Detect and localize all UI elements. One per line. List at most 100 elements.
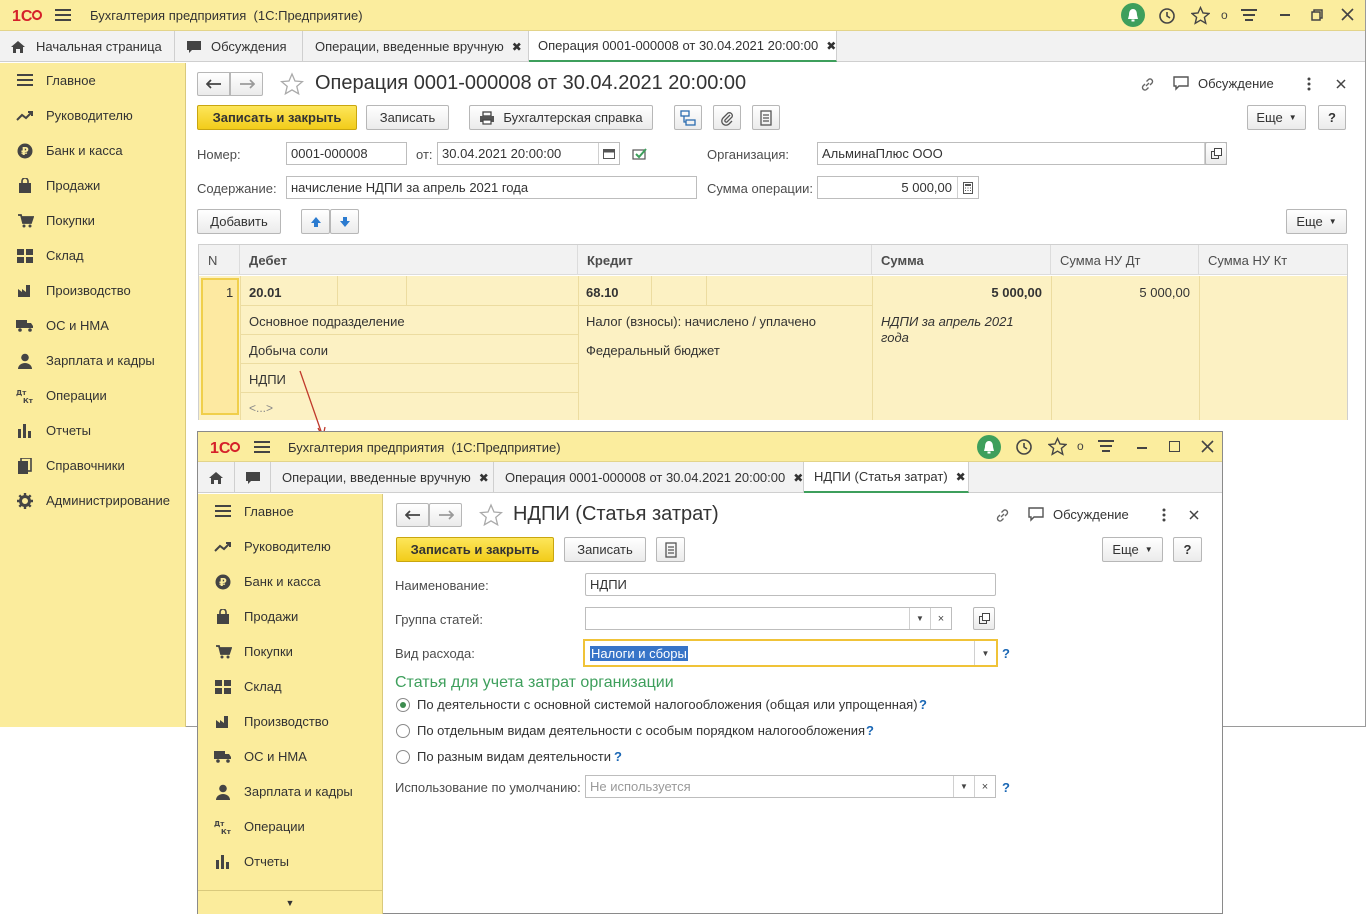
sidebar-item[interactable]: Дт Кт Операции <box>0 378 185 413</box>
group-field[interactable]: ▼ × <box>585 607 952 630</box>
expense-help-icon[interactable]: ? <box>1002 646 1010 661</box>
help-button[interactable]: ? <box>1173 537 1202 562</box>
settings-menu-icon[interactable] <box>1241 9 1257 23</box>
default-usage-field[interactable]: Не используется ▼ × <box>585 775 996 798</box>
sidebar-item[interactable]: ₽ Банк и касса <box>0 133 185 168</box>
post-status-icon[interactable] <box>632 147 648 161</box>
debit-subconto-3[interactable]: НДПИ <box>249 372 286 387</box>
sidebar-item[interactable]: Справочники <box>0 448 185 483</box>
default-usage-help-icon[interactable]: ? <box>1002 780 1010 795</box>
save-button[interactable]: Записать <box>366 105 449 130</box>
history-icon[interactable] <box>1015 438 1033 456</box>
sum-nu-dt-cell[interactable]: 5 000,00 <box>1139 285 1190 300</box>
sidebar-item[interactable]: Продажи <box>0 168 185 203</box>
notification-bell-icon[interactable] <box>977 435 1001 459</box>
structure-button[interactable] <box>674 105 702 130</box>
sidebar-item[interactable]: Руководителю <box>0 98 185 133</box>
radio1-help-icon[interactable]: ? <box>919 697 927 712</box>
save-button[interactable]: Записать <box>564 537 646 562</box>
attachments-button[interactable] <box>713 105 741 130</box>
sum-value-cell[interactable]: 5 000,00 <box>991 285 1042 300</box>
report-button[interactable] <box>752 105 780 130</box>
sidebar-item[interactable]: Покупки <box>198 634 382 669</box>
sidebar-item[interactable]: Продажи <box>198 599 382 634</box>
report-button[interactable] <box>656 537 685 562</box>
discussion-link[interactable]: Обсуждение <box>1172 75 1274 91</box>
sum-comment-line-2[interactable]: года <box>881 330 909 345</box>
back-button[interactable] <box>396 503 429 527</box>
radio-main-tax-system-label[interactable]: По деятельности с основной системой нало… <box>417 697 918 712</box>
move-down-button[interactable] <box>330 209 359 234</box>
table-row[interactable]: 1 20.01 Основное подразделение Добыча со… <box>199 276 1347 420</box>
sidebar-item[interactable]: Главное <box>198 494 382 529</box>
sidebar-item[interactable]: ₽ Банк и касса <box>198 564 382 599</box>
minimize-icon[interactable] <box>1137 447 1147 449</box>
open-organization-button[interactable] <box>1205 142 1227 165</box>
tab-manual-operations[interactable]: Операции, введенные вручную ✖ <box>303 31 529 62</box>
sidebar-item[interactable]: Склад <box>0 238 185 273</box>
move-up-button[interactable] <box>301 209 330 234</box>
open-group-button[interactable] <box>973 607 995 630</box>
clear-icon[interactable]: × <box>930 608 951 629</box>
back-button[interactable] <box>197 72 230 96</box>
sidebar-item[interactable]: Отчеты <box>198 844 382 879</box>
discussion-link[interactable]: Обсуждение <box>1027 506 1129 522</box>
dropdown-arrow-icon[interactable]: ▼ <box>974 641 996 665</box>
debit-account[interactable]: 20.01 <box>249 285 282 300</box>
info-dot-icon[interactable]: o <box>1077 439 1084 453</box>
sidebar-item[interactable]: Администрирование <box>0 483 185 518</box>
sidebar-item[interactable]: Главное <box>0 63 185 98</box>
save-and-close-button[interactable]: Записать и закрыть <box>396 537 554 562</box>
credit-account[interactable]: 68.10 <box>586 285 619 300</box>
sum-comment-line-1[interactable]: НДПИ за апрель 2021 <box>881 314 1014 329</box>
sidebar-item[interactable]: ОС и НМА <box>198 739 382 774</box>
restore-icon[interactable] <box>1311 9 1323 21</box>
calendar-icon[interactable] <box>598 143 619 164</box>
radio2-help-icon[interactable]: ? <box>866 723 874 738</box>
close-form-icon[interactable] <box>1189 510 1199 520</box>
close-tab-icon[interactable]: ✖ <box>479 471 489 485</box>
radio3-help-icon[interactable]: ? <box>614 749 622 764</box>
calculator-icon[interactable] <box>957 177 978 198</box>
help-button[interactable]: ? <box>1318 105 1346 130</box>
debit-subconto-2[interactable]: Добыча соли <box>249 343 328 358</box>
radio-different-activities-label[interactable]: По разным видам деятельности <box>417 749 611 764</box>
tab-operation[interactable]: Операция 0001-000008 от 30.04.2021 20:00… <box>494 462 804 493</box>
sidebar-item[interactable]: Склад <box>198 669 382 704</box>
expense-type-field[interactable]: Налоги и сборы ▼ <box>583 639 998 667</box>
table-more-button[interactable]: Еще ▼ <box>1286 209 1347 234</box>
forward-button[interactable] <box>230 72 263 96</box>
radio-special-tax-order-label[interactable]: По отдельным видам деятельности с особым… <box>417 723 865 738</box>
forward-button[interactable] <box>429 503 462 527</box>
debit-subconto-4[interactable]: <...> <box>249 401 273 415</box>
name-field[interactable]: НДПИ <box>585 573 996 596</box>
tab-home[interactable] <box>198 462 235 493</box>
hamburger-menu-icon[interactable] <box>254 441 270 454</box>
tab-manual-operations[interactable]: Операции, введенные вручную ✖ <box>271 462 494 493</box>
sidebar-item[interactable]: Производство <box>0 273 185 308</box>
tab-discussions[interactable]: Обсуждения <box>175 31 303 62</box>
save-and-close-button[interactable]: Записать и закрыть <box>197 105 357 130</box>
favorite-star-icon[interactable] <box>280 72 304 96</box>
close-window-icon[interactable] <box>1341 8 1354 21</box>
settings-menu-icon[interactable] <box>1098 440 1114 454</box>
debit-subconto-1[interactable]: Основное подразделение <box>249 314 405 329</box>
dropdown-arrow-icon[interactable]: ▼ <box>953 776 974 797</box>
content-field[interactable]: начисление НДПИ за апрель 2021 года <box>286 176 697 199</box>
notification-bell-icon[interactable] <box>1121 3 1145 27</box>
favorite-star-icon[interactable] <box>479 503 503 527</box>
link-icon[interactable] <box>1139 76 1156 93</box>
sidebar-item[interactable]: Руководителю <box>198 529 382 564</box>
close-form-icon[interactable] <box>1336 79 1346 89</box>
sidebar-item[interactable]: Дт Кт Операции <box>198 809 382 844</box>
organization-field[interactable]: АльминаПлюс ООО ▼ <box>817 142 1227 165</box>
radio-main-tax-system[interactable] <box>396 698 410 712</box>
date-field[interactable]: 30.04.2021 20:00:00 <box>437 142 620 165</box>
tab-operation[interactable]: Операция 0001-000008 от 30.04.2021 20:00… <box>529 31 837 62</box>
accounting-reference-button[interactable]: Бухгалтерская справка <box>469 105 653 130</box>
add-row-button[interactable]: Добавить <box>197 209 281 234</box>
more-actions-icon[interactable] <box>1162 508 1166 522</box>
favorites-star-icon[interactable] <box>1048 437 1067 456</box>
scroll-down-icon[interactable]: ▼ <box>198 890 382 914</box>
credit-subconto-2[interactable]: Федеральный бюджет <box>586 343 720 358</box>
